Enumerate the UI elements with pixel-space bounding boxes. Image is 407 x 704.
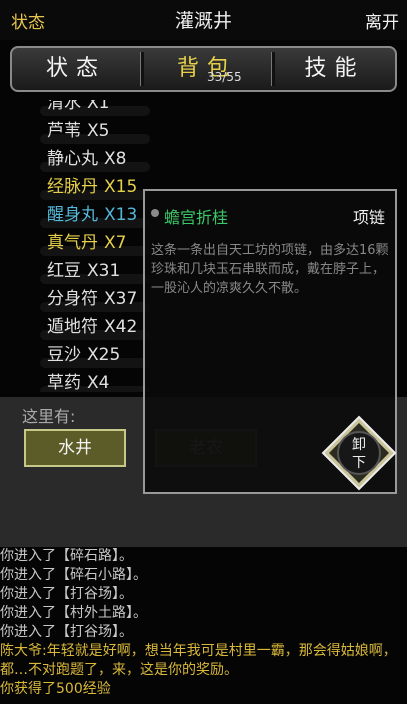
item-label: 清水 [47, 100, 81, 113]
location-title: 灌溉井 [174, 10, 232, 32]
item-quantity: X37 [104, 289, 138, 309]
item-quantity: X13 [104, 205, 138, 225]
log-line: 陈大爷:年轻就是好啊，想当年我可是村里一霸，那会得姑娘啊，都…不对跑题了，来，这… [0, 643, 397, 678]
item-label: 经脉丹 [47, 177, 98, 197]
here-label: 这里有: [22, 407, 76, 426]
inventory-item[interactable]: 分身符 X37 [47, 284, 137, 309]
item-label: 真气丹 [47, 233, 98, 253]
item-quantity: X31 [87, 261, 121, 281]
inventory-item[interactable]: 草药 X4 [47, 368, 109, 392]
top-bar: 状态 灌溉井 离开 [0, 0, 407, 40]
item-label: 遁地符 [47, 317, 98, 337]
inventory-item[interactable]: 豆沙 X25 [47, 340, 120, 365]
item-label: 分身符 [47, 289, 98, 309]
inventory-item[interactable]: 遁地符 X42 [47, 312, 137, 337]
inventory-item[interactable]: 醒身丸 X13 [47, 200, 137, 225]
tab-bar: 状态 背包 技能 [10, 46, 397, 92]
leave-button[interactable]: 离开 [365, 8, 399, 33]
item-quantity: X42 [104, 317, 138, 337]
unequip-label-2: 下 [352, 455, 366, 471]
tab-skills[interactable]: 技能 [274, 48, 395, 90]
log-line: 你进入了【村外土路】。 [0, 605, 147, 621]
item-label: 醒身丸 [47, 205, 98, 225]
message-log: 你进入了【碎石路】。 你进入了【碎石小路】。 你进入了【打谷场】。 你进入了【村外土路… [0, 547, 407, 704]
rarity-dot-icon [151, 209, 159, 217]
inventory-item[interactable]: 静心丸 X8 [47, 144, 126, 169]
item-label: 红豆 [47, 261, 81, 281]
inventory-item[interactable]: 红豆 X31 [47, 256, 120, 281]
log-line: 你进入了【碎石小路】。 [0, 567, 147, 583]
item-type: 项链 [352, 208, 385, 227]
tab-status[interactable]: 状态 [12, 48, 140, 90]
inventory-item[interactable]: 经脉丹 X15 [47, 172, 137, 197]
item-label: 豆沙 [47, 345, 81, 365]
item-detail-popup: 蟾宫折桂 项链 这条一条出自天工坊的项链，由多达16颗珍珠和几块玉石串联而成，戴… [143, 189, 397, 494]
unequip-button[interactable]: 卸 下 [321, 415, 397, 491]
item-quantity: X4 [87, 373, 110, 392]
log-line: 你进入了【打谷场】。 [0, 586, 133, 602]
item-quantity: X5 [87, 121, 110, 141]
item-quantity: X8 [104, 149, 127, 169]
item-quantity: X7 [104, 233, 127, 253]
item-quantity: X25 [87, 345, 121, 365]
item-quantity: X15 [104, 177, 138, 197]
item-label: 静心丸 [47, 149, 98, 169]
log-line: 你进入了【碎石路】。 [0, 548, 133, 564]
item-label: 草药 [47, 373, 81, 392]
item-description: 这条一条出自天工坊的项链，由多达16颗珍珠和几块玉石串联而成，戴在脖子上，一股沁… [151, 243, 389, 296]
item-name: 蟾宫折桂 [164, 208, 229, 227]
inventory-item[interactable]: 真气丹 X7 [47, 228, 126, 253]
item-label: 芦苇 [47, 121, 81, 141]
log-line: 你获得了500经验 [0, 681, 111, 697]
unequip-label-1: 卸 [352, 437, 366, 453]
inventory-item[interactable]: 清水 X1 [47, 100, 109, 113]
item-quantity: X1 [87, 100, 110, 113]
well-button[interactable]: 水井 [24, 429, 126, 467]
inventory-item[interactable]: 芦苇 X5 [47, 116, 109, 141]
bag-capacity: 33/55 [207, 70, 242, 84]
log-line: 你进入了【打谷场】。 [0, 624, 133, 640]
